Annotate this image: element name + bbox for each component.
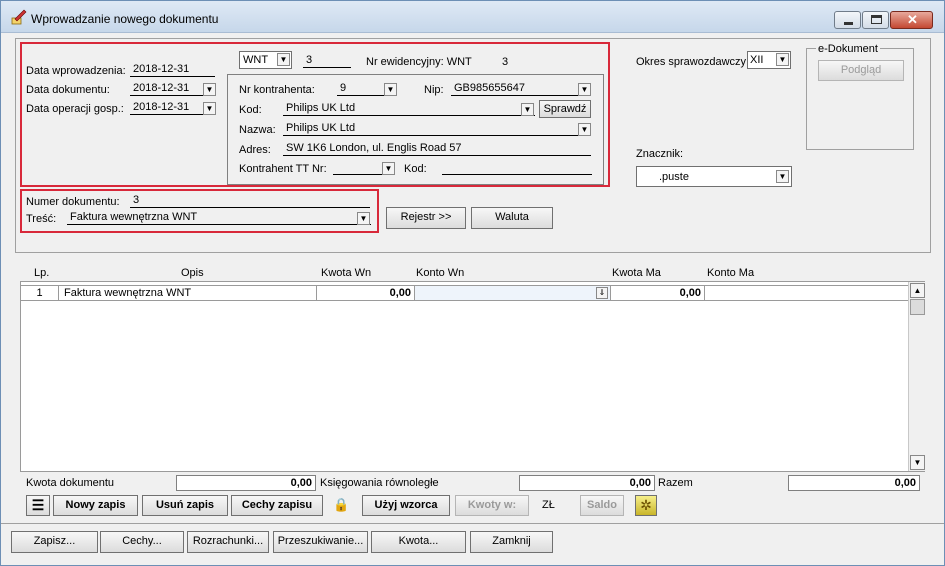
doc-date-label: Data dokumentu: <box>26 84 110 96</box>
doc-type-dropdown-icon: ▼ <box>277 53 290 66</box>
period-dropdown-icon: ▼ <box>776 53 789 66</box>
entries-table: 1 Faktura wewnętrzna WNT 0,00 ⇓ 0,00 ▲ ▼ <box>20 281 925 472</box>
gear-icon: ✲ <box>640 497 652 513</box>
period-value: XII <box>750 54 764 66</box>
code-dropdown-icon[interactable]: ▼ <box>521 103 534 116</box>
parallel-field: 0,00 <box>519 475 655 491</box>
delete-entry-button[interactable]: Usuń zapis <box>142 495 228 516</box>
pen-app-icon <box>11 9 27 25</box>
search-button[interactable]: Przeszukiwanie... <box>273 531 368 553</box>
main-window: Wprowadzanie nowego dokumentu ✕ Data wpr… <box>0 0 945 566</box>
col-header-konto-ma: Konto Ma <box>707 267 755 279</box>
save-button[interactable]: Zapisz... <box>11 531 98 553</box>
amounts-in-button[interactable]: Kwoty w: <box>455 495 529 516</box>
reg-number-value: 3 <box>502 56 509 68</box>
doc-date-dropdown-icon[interactable]: ▼ <box>203 83 216 96</box>
account-dropdown-icon[interactable]: ⇓ <box>596 287 608 299</box>
code-field[interactable]: Philips UK Ltd <box>283 102 535 116</box>
cell-opis: Faktura wewnętrzna WNT <box>59 286 317 300</box>
minimize-button[interactable] <box>834 11 861 29</box>
currency-button[interactable]: Waluta <box>471 207 553 229</box>
amount-button[interactable]: Kwota... <box>371 531 466 553</box>
hamburger-arrow-icon: ☰ <box>31 497 45 513</box>
op-date-dropdown-icon[interactable]: ▼ <box>203 102 216 115</box>
tt-dropdown-icon[interactable]: ▼ <box>382 162 395 175</box>
tt-label: Kontrahent TT Nr: <box>239 163 327 175</box>
address-label: Adres: <box>239 144 271 156</box>
content-dropdown-icon[interactable]: ▼ <box>357 212 370 225</box>
settlements-button[interactable]: Rozrachunki... <box>187 531 269 553</box>
tt-code-field[interactable] <box>442 161 592 175</box>
close-icon: ✕ <box>907 12 918 27</box>
name-label: Nazwa: <box>239 124 276 136</box>
col-header-kwota-wn: Kwota Wn <box>321 267 372 279</box>
cell-kwota-wn: 0,00 <box>317 286 415 300</box>
entry-features-button[interactable]: Cechy zapisu <box>231 495 323 516</box>
window-title: Wprowadzanie nowego dokumentu <box>31 12 219 26</box>
settings-button[interactable]: ✲ <box>635 495 657 516</box>
tt-code-label: Kod: <box>404 163 427 175</box>
marker-select[interactable]: .puste ▼ <box>636 166 792 187</box>
close-window-button[interactable]: ✕ <box>890 11 933 29</box>
name-dropdown-icon[interactable]: ▼ <box>578 123 591 136</box>
menu-toggle-button[interactable]: ☰ <box>26 495 50 516</box>
edoc-legend: e-Dokument <box>816 43 880 55</box>
marker-label: Znacznik: <box>636 148 684 160</box>
nip-dropdown-icon[interactable]: ▼ <box>578 83 591 96</box>
cell-konto-ma <box>705 286 908 300</box>
currency-code: ZŁ <box>542 499 555 511</box>
sum-label: Razem <box>658 477 693 489</box>
nip-field[interactable]: GB985655647 <box>451 82 591 96</box>
contractor-nr-dropdown-icon[interactable]: ▼ <box>384 83 397 96</box>
nip-label: Nip: <box>424 84 444 96</box>
entry-date-label: Data wprowadzenia: <box>26 65 126 77</box>
features-button[interactable]: Cechy... <box>100 531 184 553</box>
doc-number-field[interactable]: 3 <box>130 194 370 208</box>
scroll-down-icon[interactable]: ▼ <box>910 455 925 470</box>
name-field[interactable]: Philips UK Ltd <box>283 122 591 136</box>
col-header-lp: Lp. <box>34 267 50 279</box>
content-label: Treść: <box>26 213 57 225</box>
parallel-label: Księgowania równoległe <box>320 477 439 489</box>
doc-amount-field: 0,00 <box>176 475 316 491</box>
reg-number-label: Nr ewidencyjny: WNT <box>366 56 472 68</box>
check-button[interactable]: Sprawdź <box>539 100 591 118</box>
doc-number-label: Numer dokumentu: <box>26 196 120 208</box>
sum-field: 0,00 <box>788 475 920 491</box>
lock-icon: 🔒 <box>333 497 350 512</box>
scroll-thumb[interactable] <box>910 299 925 315</box>
doc-type-select[interactable]: WNT ▼ <box>239 51 292 69</box>
table-row[interactable]: 1 Faktura wewnętrzna WNT 0,00 ⇓ 0,00 <box>21 285 908 301</box>
col-header-kwota-ma: Kwota Ma <box>612 267 661 279</box>
marker-dropdown-icon: ▼ <box>776 170 789 183</box>
title-bar: Wprowadzanie nowego dokumentu ✕ <box>1 1 944 33</box>
preview-button[interactable]: Podgląd <box>818 60 904 81</box>
period-select[interactable]: XII ▼ <box>747 51 791 69</box>
register-button[interactable]: Rejestr >> <box>386 207 466 229</box>
cell-kwota-ma: 0,00 <box>611 286 705 300</box>
doc-type-number[interactable]: 3 <box>303 54 351 68</box>
cell-konto-wn[interactable] <box>415 286 611 300</box>
doc-type-value: WNT <box>243 54 269 66</box>
doc-amount-label: Kwota dokumentu <box>26 477 115 489</box>
period-label: Okres sprawozdawczy: <box>636 56 750 68</box>
close-button[interactable]: Zamknij <box>470 531 553 553</box>
op-date-label: Data operacji gosp.: <box>26 103 124 115</box>
address-field[interactable]: SW 1K6 London, ul. Englis Road 57 <box>283 142 591 156</box>
content-field[interactable]: Faktura wewnętrzna WNT <box>67 211 371 225</box>
new-entry-button[interactable]: Nowy zapis <box>53 495 138 516</box>
col-header-konto-wn: Konto Wn <box>416 267 465 279</box>
table-scrollbar[interactable]: ▲ ▼ <box>908 282 925 471</box>
marker-value: .puste <box>659 171 689 183</box>
maximize-button[interactable] <box>862 11 889 29</box>
use-template-button[interactable]: Użyj wzorca <box>362 495 450 516</box>
code-label: Kod: <box>239 104 262 116</box>
balance-button[interactable]: Saldo <box>580 495 624 516</box>
footer-divider <box>1 523 944 524</box>
entry-date-field[interactable]: 2018-12-31 <box>130 63 215 77</box>
col-header-opis: Opis <box>181 267 204 279</box>
cell-lp: 1 <box>21 286 59 300</box>
contractor-nr-label: Nr kontrahenta: <box>239 84 315 96</box>
scroll-up-icon[interactable]: ▲ <box>910 283 925 298</box>
